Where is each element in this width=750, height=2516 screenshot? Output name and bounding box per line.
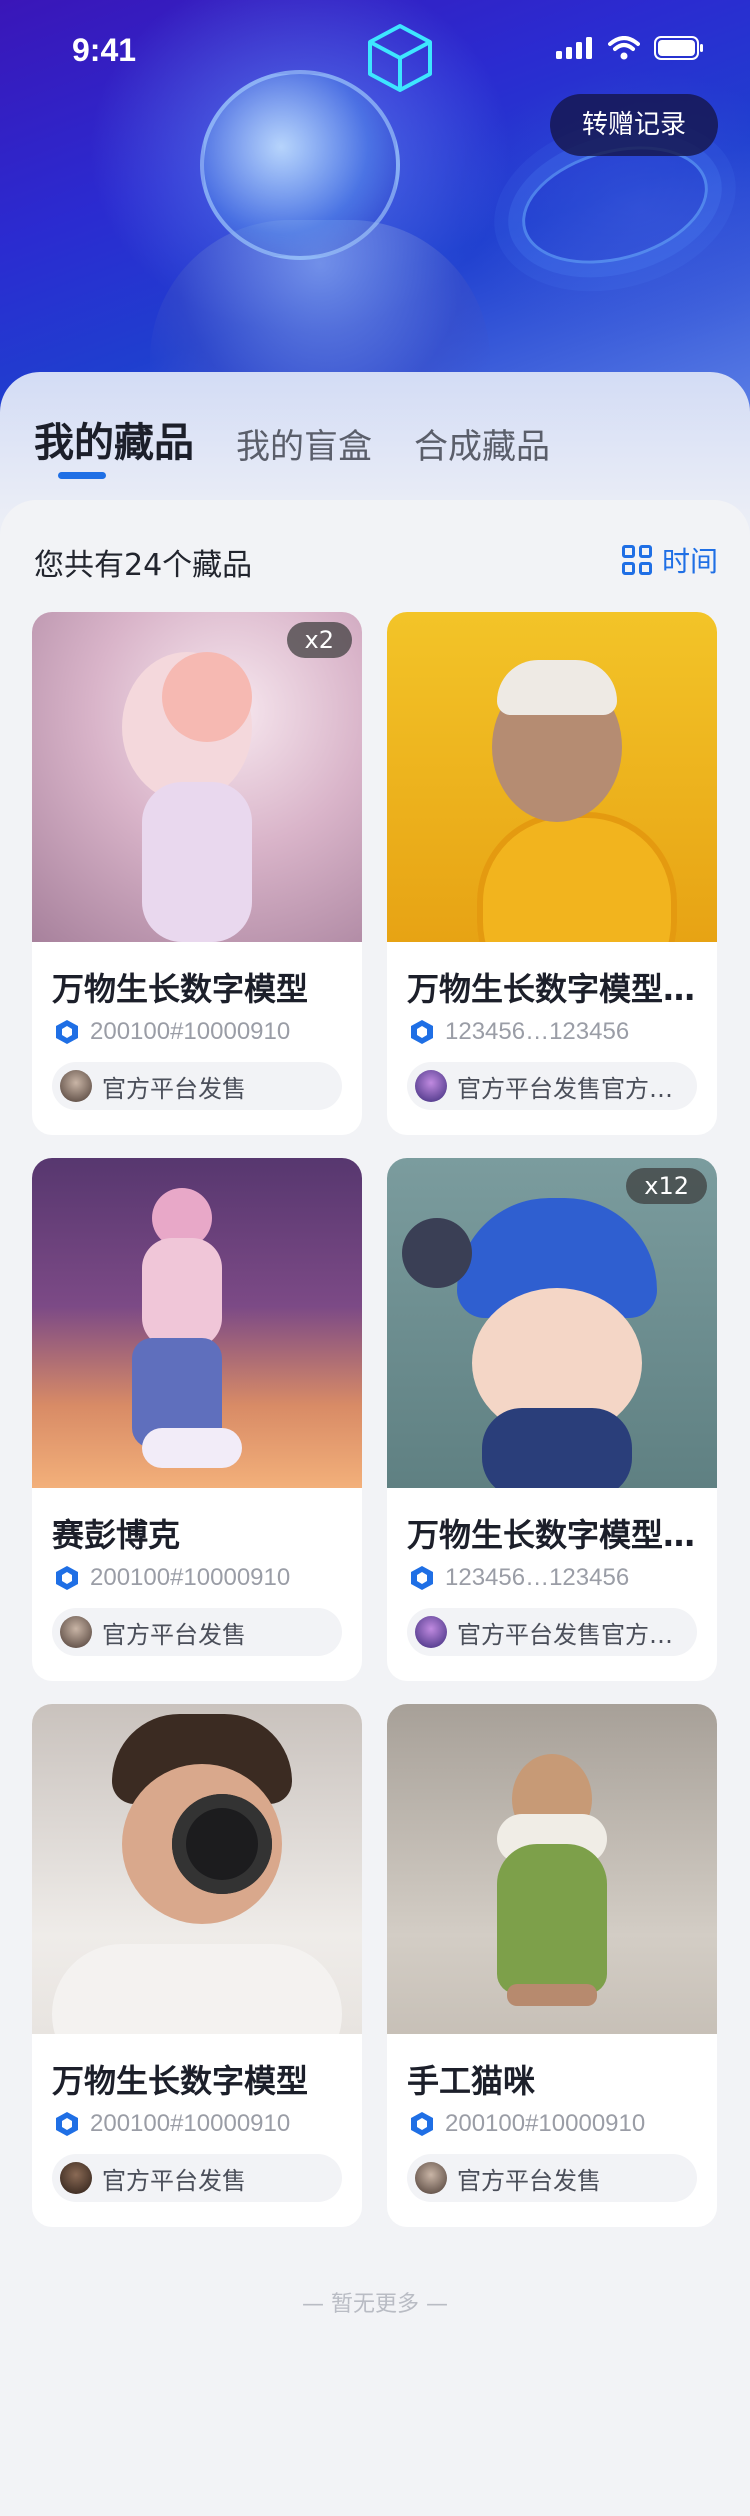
transfer-record-button[interactable]: 转赠记录 bbox=[549, 94, 718, 156]
card-image-ape bbox=[387, 612, 717, 942]
chain-hex-icon bbox=[411, 1020, 433, 1044]
card-title: 万物生长数字模型官方平台发售 bbox=[407, 1516, 702, 1554]
issuer-tag: 官方平台发售 bbox=[52, 1062, 342, 1110]
chain-hex-icon bbox=[56, 2112, 78, 2136]
card-id: 200100#10000910 bbox=[54, 1564, 290, 1592]
card-id: 200100#10000910 bbox=[54, 2110, 290, 2138]
collection-content: 您共有24个藏品 时间 x2 万物生长数字模型 200100#10000910 … bbox=[0, 500, 750, 2516]
tab-bar: 我的藏品 我的盲盒 合成藏品 bbox=[34, 410, 592, 468]
no-more-indicator: — 暂无更多 — bbox=[302, 2292, 448, 2317]
card-title: 赛彭博克 bbox=[52, 1516, 181, 1554]
card-title: 万物生长数字模型 bbox=[52, 970, 309, 1008]
issuer-text: 官方平台发售 bbox=[102, 2166, 246, 2195]
chain-hex-icon bbox=[411, 1566, 433, 1590]
tab-my-collection[interactable]: 我的藏品 bbox=[34, 410, 194, 468]
collection-card[interactable]: x12 万物生长数字模型官方平台发售 123456…123456 官方平台发售官… bbox=[387, 1158, 717, 1681]
card-image-walking-figure bbox=[32, 1158, 362, 1488]
sort-by-time-button[interactable]: 时间 bbox=[621, 540, 718, 580]
issuer-text: 官方平台发售 bbox=[102, 1074, 246, 1103]
issuer-text: 官方平台发售官方平台发售 bbox=[457, 1620, 689, 1649]
status-time: 9:41 bbox=[72, 32, 137, 68]
issuer-tag: 官方平台发售 bbox=[52, 1608, 342, 1656]
card-id: 200100#10000910 bbox=[54, 1018, 290, 1046]
card-id: 123456…123456 bbox=[409, 1018, 629, 1046]
sort-label: 时间 bbox=[661, 545, 718, 578]
signal-icon bbox=[556, 37, 592, 59]
card-id: 123456…123456 bbox=[409, 1564, 629, 1592]
issuer-tag: 官方平台发售官方平台发售 bbox=[407, 1608, 697, 1656]
quantity-badge: x2 bbox=[286, 622, 352, 658]
tab-synthesized[interactable]: 合成藏品 bbox=[414, 419, 550, 468]
card-title: 万物生长数字模型官方平台发售 bbox=[407, 970, 702, 1008]
card-title: 万物生长数字模型 bbox=[52, 2062, 309, 2100]
collection-card[interactable]: 万物生长数字模型官方平台发售 123456…123456 官方平台发售官方平台发… bbox=[387, 612, 717, 1135]
grid-icon bbox=[621, 545, 652, 575]
collection-card[interactable]: 万物生长数字模型 200100#10000910 官方平台发售 bbox=[32, 1704, 362, 2227]
hero-banner: 9:41 转赠记录 bbox=[0, 0, 750, 420]
quantity-badge: x12 bbox=[626, 1168, 707, 1204]
issuer-text: 官方平台发售官方平台发售 bbox=[457, 1074, 689, 1103]
battery-icon bbox=[654, 36, 703, 60]
status-bar: 9:41 bbox=[0, 0, 750, 100]
avatar bbox=[415, 1070, 447, 1102]
tab-my-blind-box[interactable]: 我的盲盒 bbox=[236, 419, 372, 468]
chain-hex-icon bbox=[56, 1566, 78, 1590]
card-image-flower-head: x2 bbox=[32, 612, 362, 942]
collection-panel: 我的藏品 我的盲盒 合成藏品 您共有24个藏品 时间 x2 万物生长数字模型 2… bbox=[0, 372, 750, 2516]
chain-hex-icon bbox=[56, 1020, 78, 1044]
avatar bbox=[60, 1070, 92, 1102]
status-icons bbox=[556, 36, 704, 60]
card-title: 手工猫咪 bbox=[407, 2062, 536, 2100]
wifi-icon bbox=[608, 36, 640, 60]
collection-count: 您共有24个藏品 bbox=[34, 548, 253, 583]
chain-hex-icon bbox=[411, 2112, 433, 2136]
tab-indicator bbox=[58, 472, 106, 479]
avatar bbox=[415, 1616, 447, 1648]
issuer-text: 官方平台发售 bbox=[102, 1620, 246, 1649]
avatar bbox=[60, 1616, 92, 1648]
issuer-text: 官方平台发售 bbox=[457, 2166, 601, 2195]
issuer-tag: 官方平台发售官方平台发售 bbox=[407, 1062, 697, 1110]
issuer-tag: 官方平台发售 bbox=[52, 2154, 342, 2202]
card-image-photographer bbox=[32, 1704, 362, 2034]
card-image-handmade-cat bbox=[387, 1704, 717, 2034]
collection-card[interactable]: x2 万物生长数字模型 200100#10000910 官方平台发售 bbox=[32, 612, 362, 1135]
avatar bbox=[415, 2162, 447, 2194]
collection-card[interactable]: 赛彭博克 200100#10000910 官方平台发售 bbox=[32, 1158, 362, 1681]
card-id: 200100#10000910 bbox=[409, 2110, 645, 2138]
avatar bbox=[60, 2162, 92, 2194]
issuer-tag: 官方平台发售 bbox=[407, 2154, 697, 2202]
card-image-cyber-girl: x12 bbox=[387, 1158, 717, 1488]
collection-card[interactable]: 手工猫咪 200100#10000910 官方平台发售 bbox=[387, 1704, 717, 2227]
